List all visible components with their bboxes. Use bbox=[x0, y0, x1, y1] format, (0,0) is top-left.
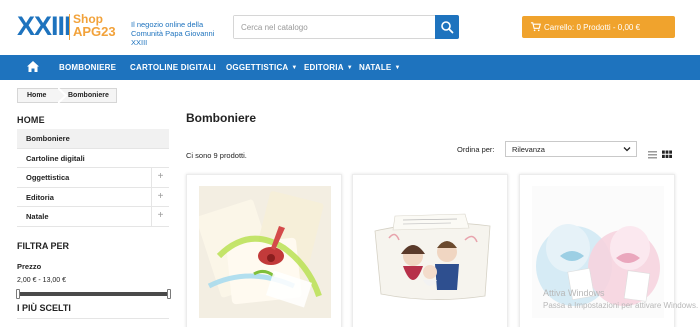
breadcrumb: Home Bomboniere bbox=[17, 88, 117, 103]
cart-button[interactable]: Carrello: 0 Prodotti - 0,00 € bbox=[522, 16, 675, 38]
logo-apg23: APG23 bbox=[73, 24, 116, 39]
price-slider-min-handle[interactable] bbox=[16, 289, 20, 299]
sort-label: Ordina per: bbox=[457, 145, 495, 154]
nav-home[interactable] bbox=[26, 60, 40, 78]
sidebar-item-bomboniere[interactable]: Bomboniere bbox=[17, 129, 169, 149]
search-input[interactable] bbox=[234, 16, 436, 38]
product-image[interactable] bbox=[532, 186, 664, 318]
product-count: Ci sono 9 prodotti. bbox=[186, 151, 247, 160]
nav-item-natale[interactable]: NATALE ▼ bbox=[359, 63, 401, 72]
cart-icon bbox=[530, 22, 541, 32]
sidebar-item-label: Bomboniere bbox=[26, 134, 70, 143]
nav-label: NATALE bbox=[359, 63, 392, 72]
product-card[interactable] bbox=[352, 174, 508, 327]
nav-label: EDITORIA bbox=[304, 63, 344, 72]
sidebar-title[interactable]: HOME bbox=[17, 115, 45, 125]
tagline-line-1: Il negozio online della bbox=[131, 20, 204, 29]
sidebar-item-editoria[interactable]: Editoria + bbox=[17, 187, 169, 208]
list-view-icon[interactable] bbox=[648, 150, 657, 159]
sidebar-item-natale[interactable]: Natale + bbox=[17, 207, 169, 227]
nav-item-cartoline-digitali[interactable]: CARTOLINE DIGITALI bbox=[130, 63, 216, 72]
breadcrumb-home[interactable]: Home bbox=[27, 92, 46, 99]
chevron-down-icon: ▼ bbox=[291, 65, 298, 71]
sidebar-item-label: Editoria bbox=[26, 192, 54, 202]
price-slider[interactable] bbox=[16, 289, 171, 299]
sidebar-item-label: Oggettistica bbox=[26, 173, 70, 183]
expand-plus-icon[interactable]: + bbox=[151, 207, 169, 227]
nav-item-editoria[interactable]: EDITORIA ▼ bbox=[304, 63, 353, 72]
category-list: Bomboniere Cartoline digitali Oggettisti… bbox=[17, 129, 169, 227]
chevron-down-icon bbox=[623, 147, 631, 152]
product-photo-scrolls bbox=[199, 186, 331, 318]
windows-activation-text: Passa a Impostazioni per attivare Window… bbox=[543, 301, 699, 310]
site-logo[interactable]: XXIII Shop APG23 bbox=[17, 11, 125, 43]
product-photo-box bbox=[365, 186, 497, 318]
product-card[interactable] bbox=[186, 174, 342, 327]
product-image[interactable] bbox=[199, 186, 331, 318]
expand-plus-icon[interactable]: + bbox=[151, 187, 169, 207]
breadcrumb-separator-icon bbox=[58, 88, 68, 103]
site-tagline: Il negozio online della Comunità Papa Gi… bbox=[131, 20, 231, 47]
main-nav: BOMBONIERE CARTOLINE DIGITALI OGGETTISTI… bbox=[0, 55, 700, 80]
sort-selected-value: Rilevanza bbox=[512, 145, 545, 154]
logo-xxiii: XXIII bbox=[17, 11, 72, 41]
nav-item-oggettistica[interactable]: OGGETTISTICA ▼ bbox=[226, 63, 298, 72]
search-button[interactable] bbox=[435, 15, 459, 39]
breadcrumb-current: Bomboniere bbox=[68, 92, 109, 99]
divider bbox=[17, 318, 169, 319]
sort-select[interactable]: Rilevanza bbox=[505, 141, 637, 157]
price-filter-label: Prezzo bbox=[17, 262, 42, 271]
product-photo-tulle bbox=[532, 186, 664, 318]
filter-title: FILTRA PER bbox=[17, 241, 69, 251]
sidebar-item-label: Natale bbox=[26, 212, 49, 222]
search-box bbox=[233, 15, 459, 39]
windows-activation-title: Attiva Windows bbox=[543, 288, 605, 298]
grid-view-icon[interactable] bbox=[662, 150, 672, 159]
chevron-down-icon: ▼ bbox=[346, 65, 353, 71]
sidebar-item-label: Cartoline digitali bbox=[26, 153, 85, 163]
sidebar-item-cartoline-digitali[interactable]: Cartoline digitali bbox=[17, 149, 169, 169]
price-range-value: 2,00 € - 13,00 € bbox=[17, 277, 67, 284]
search-icon bbox=[441, 21, 454, 34]
tagline-line-2: Comunità Papa Giovanni XXIII bbox=[131, 29, 215, 47]
bestsellers-title: I PIÙ SCELTI bbox=[17, 303, 71, 313]
site-header: XXIII Shop APG23 Il negozio online della… bbox=[0, 0, 700, 55]
home-icon bbox=[27, 61, 39, 72]
nav-label: BOMBONIERE bbox=[59, 63, 117, 72]
expand-plus-icon[interactable]: + bbox=[151, 168, 169, 188]
nav-item-bomboniere[interactable]: BOMBONIERE bbox=[59, 63, 116, 72]
logo-divider bbox=[69, 14, 70, 40]
page-title: Bomboniere bbox=[186, 111, 257, 125]
cart-label: Carrello: 0 Prodotti - 0,00 € bbox=[544, 23, 641, 32]
nav-label: OGGETTISTICA bbox=[226, 63, 289, 72]
product-image[interactable] bbox=[365, 186, 497, 318]
sidebar-item-oggettistica[interactable]: Oggettistica + bbox=[17, 168, 169, 188]
price-slider-max-handle[interactable] bbox=[167, 289, 171, 299]
nav-label: CARTOLINE DIGITALI bbox=[130, 63, 216, 72]
chevron-down-icon: ▼ bbox=[394, 65, 401, 71]
